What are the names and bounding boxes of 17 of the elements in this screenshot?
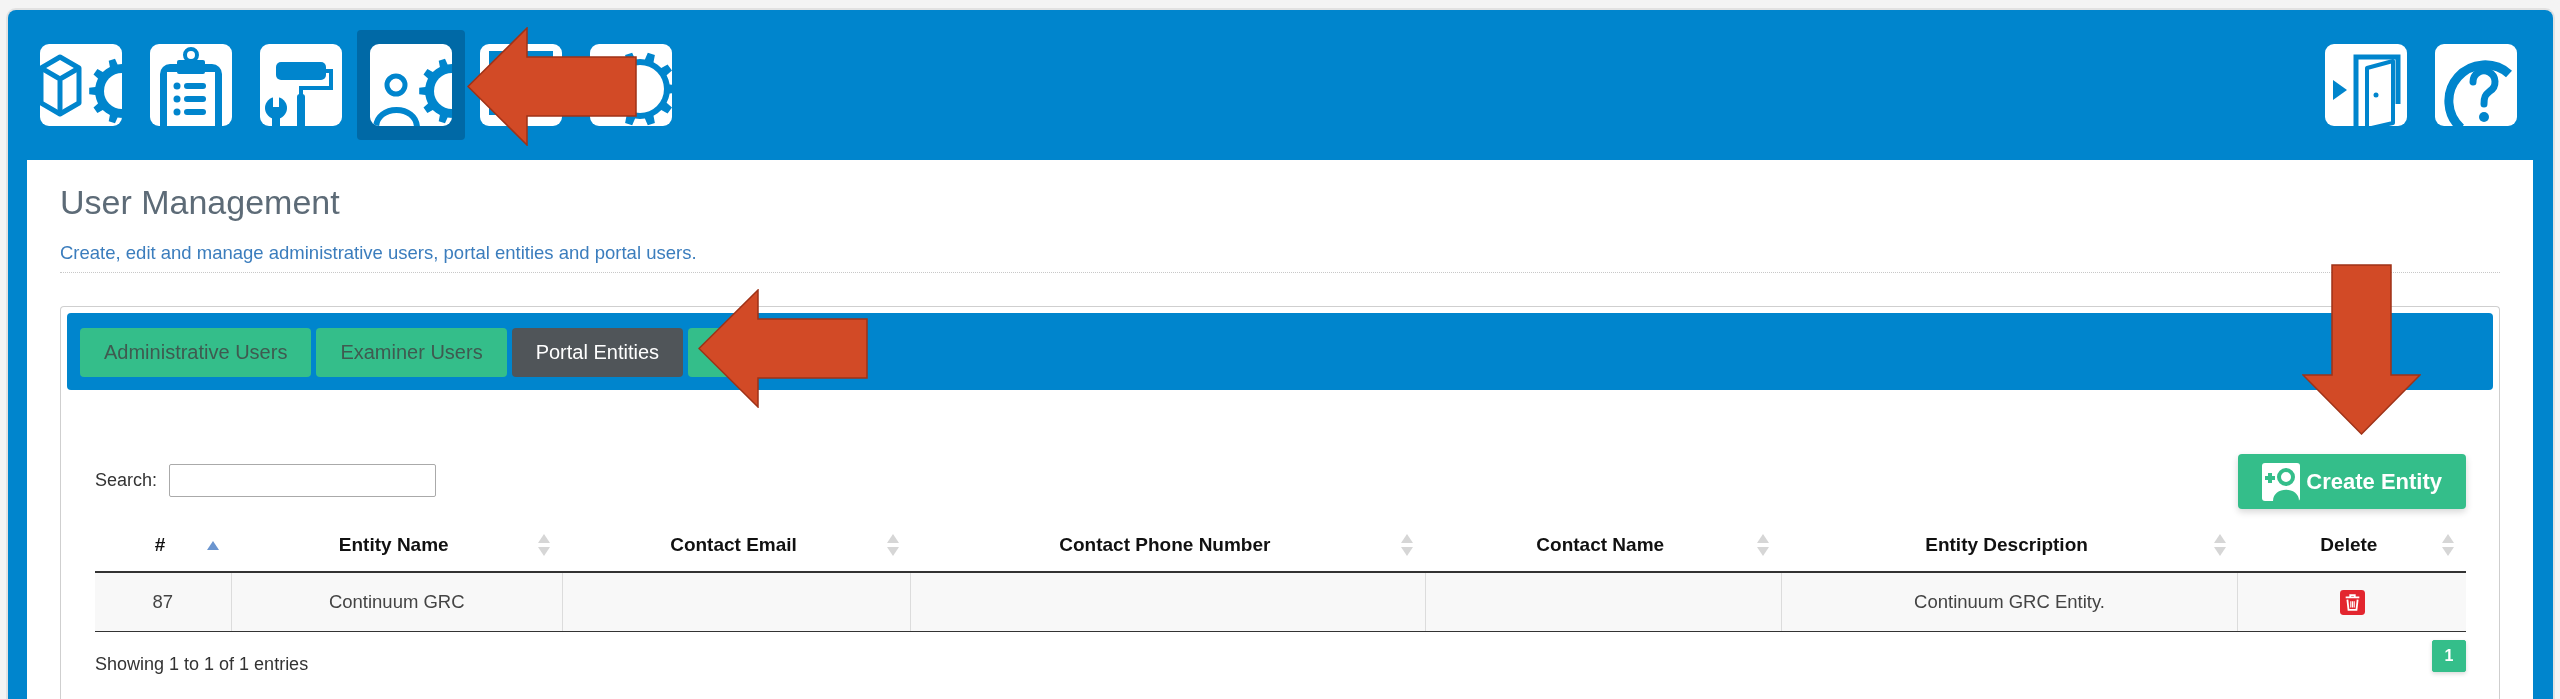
user-gear-icon bbox=[370, 44, 452, 126]
box-gear-icon bbox=[40, 44, 122, 126]
entries-info: Showing 1 to 1 of 1 entries bbox=[95, 654, 309, 675]
search-field[interactable] bbox=[169, 464, 437, 497]
toolbar-button[interactable] bbox=[357, 30, 465, 140]
paint-roller-wrench-icon bbox=[260, 44, 342, 126]
add-user-icon bbox=[2262, 462, 2301, 501]
trash-icon[interactable] bbox=[2339, 589, 2365, 615]
search-label: Search: bbox=[95, 470, 158, 491]
exit-door-icon bbox=[2325, 44, 2407, 126]
page-title: User Management bbox=[60, 182, 340, 222]
tab[interactable]: Portal Entities bbox=[511, 328, 684, 377]
table-cell: Continuum GRC bbox=[231, 572, 563, 632]
clipboard-list-icon bbox=[150, 44, 232, 126]
table-cell: 87 bbox=[95, 572, 232, 632]
help-icon bbox=[2435, 44, 2517, 126]
table-cell: Continuum GRC Entity. bbox=[1781, 572, 2238, 632]
